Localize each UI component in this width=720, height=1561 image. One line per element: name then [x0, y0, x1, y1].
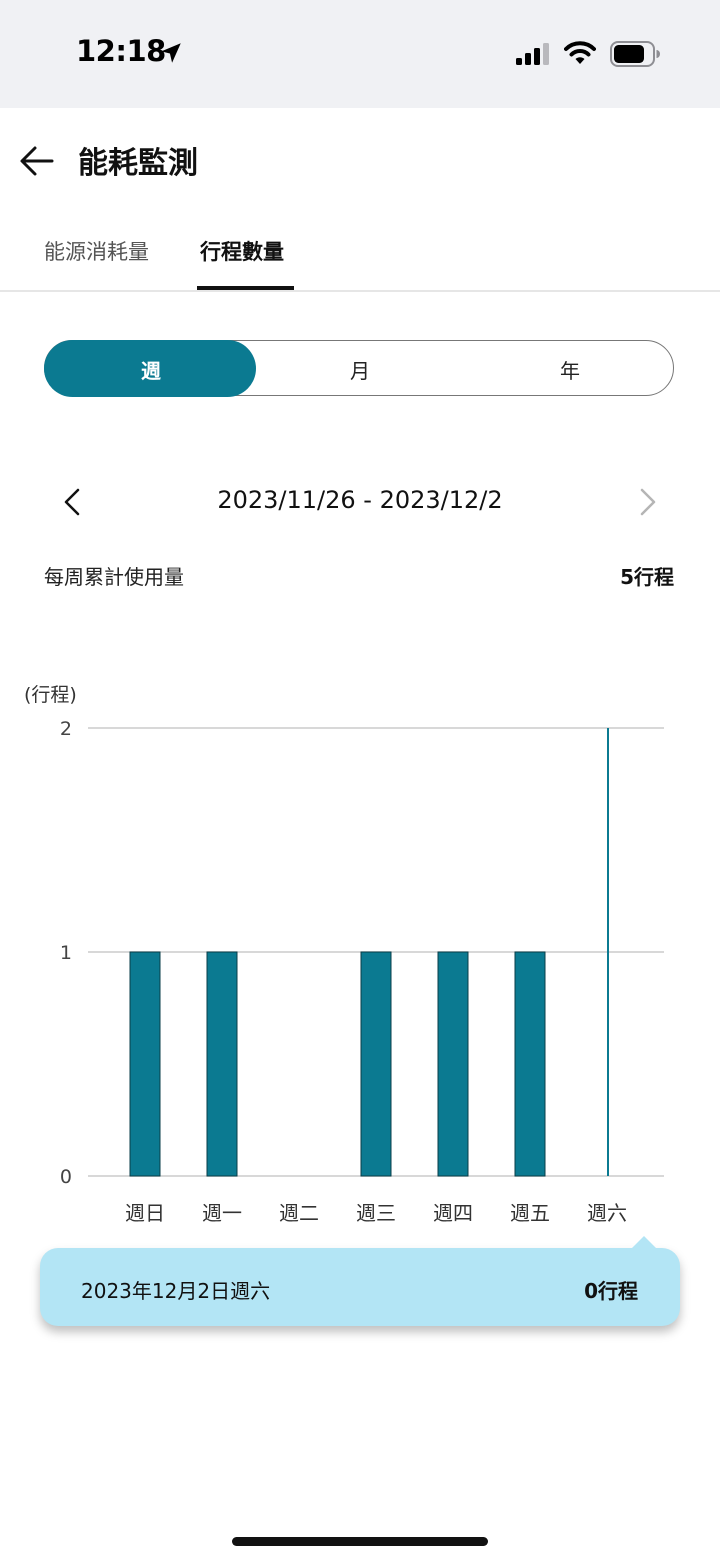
tab-energy-consumption[interactable]: 能源消耗量 [44, 236, 149, 266]
tab-bar: 能源消耗量 行程數量 [0, 218, 720, 292]
x-tick-label-0[interactable]: 週日 [125, 1201, 165, 1225]
cellular-signal-icon [516, 43, 549, 65]
active-tab-indicator [197, 286, 294, 290]
date-range: 2023/11/26 - 2023/12/2 [217, 486, 503, 514]
tooltip-value: 0行程 [584, 1279, 638, 1303]
x-tick-label-6[interactable]: 週六 [587, 1201, 627, 1225]
home-indicator [232, 1537, 488, 1546]
bar-1[interactable] [206, 951, 238, 1177]
bar-5[interactable] [514, 951, 546, 1177]
chart-x-labels: 週日 週一 週二 週三 週四 週五 週六 [125, 1201, 627, 1225]
weekly-total-value: 5行程 [620, 565, 674, 589]
status-time: 12:18 [76, 34, 166, 68]
bar-0[interactable] [129, 951, 161, 1177]
status-bar: 12:18 [0, 0, 720, 108]
segment-week[interactable]: 週 [111, 355, 191, 384]
tooltip-date: 2023年12月2日週六 [81, 1279, 271, 1303]
x-tick-label-1[interactable]: 週一 [202, 1201, 242, 1225]
page-title: 能耗監測 [78, 146, 198, 181]
battery-icon [610, 41, 660, 67]
segment-month[interactable]: 月 [320, 355, 400, 384]
chevron-left-icon[interactable] [58, 486, 88, 518]
trip-count-bar-chart[interactable]: (行程) 0 1 2 週日 週一 週二 週三 週四 週五 週六 [0, 670, 720, 1240]
chevron-right-icon[interactable] [632, 486, 662, 518]
wifi-icon [564, 41, 596, 64]
tooltip-pointer [632, 1236, 656, 1248]
selected-day-tooltip: 2023年12月2日週六 0行程 [40, 1236, 680, 1326]
weekly-total-label: 每周累計使用量 [44, 565, 184, 589]
segment-year[interactable]: 年 [530, 355, 610, 384]
period-selector: 週 月 年 [44, 340, 674, 397]
app-header: 能耗監測 [0, 108, 720, 218]
arrow-left-icon[interactable] [18, 142, 56, 180]
bar-4[interactable] [437, 951, 469, 1177]
bar-3[interactable] [360, 951, 392, 1177]
location-arrow-icon [161, 43, 181, 63]
x-tick-label-5[interactable]: 週五 [510, 1201, 550, 1225]
tab-trip-count[interactable]: 行程數量 [200, 236, 284, 266]
y-tick-label-1: 1 [60, 942, 72, 964]
x-tick-label-3[interactable]: 週三 [356, 1201, 396, 1225]
x-tick-label-2[interactable]: 週二 [279, 1201, 319, 1225]
x-tick-label-4[interactable]: 週四 [433, 1201, 473, 1225]
chart-y-axis-label: (行程) [24, 684, 77, 706]
y-tick-label-2: 2 [60, 718, 72, 740]
y-tick-label-0: 0 [60, 1166, 72, 1188]
